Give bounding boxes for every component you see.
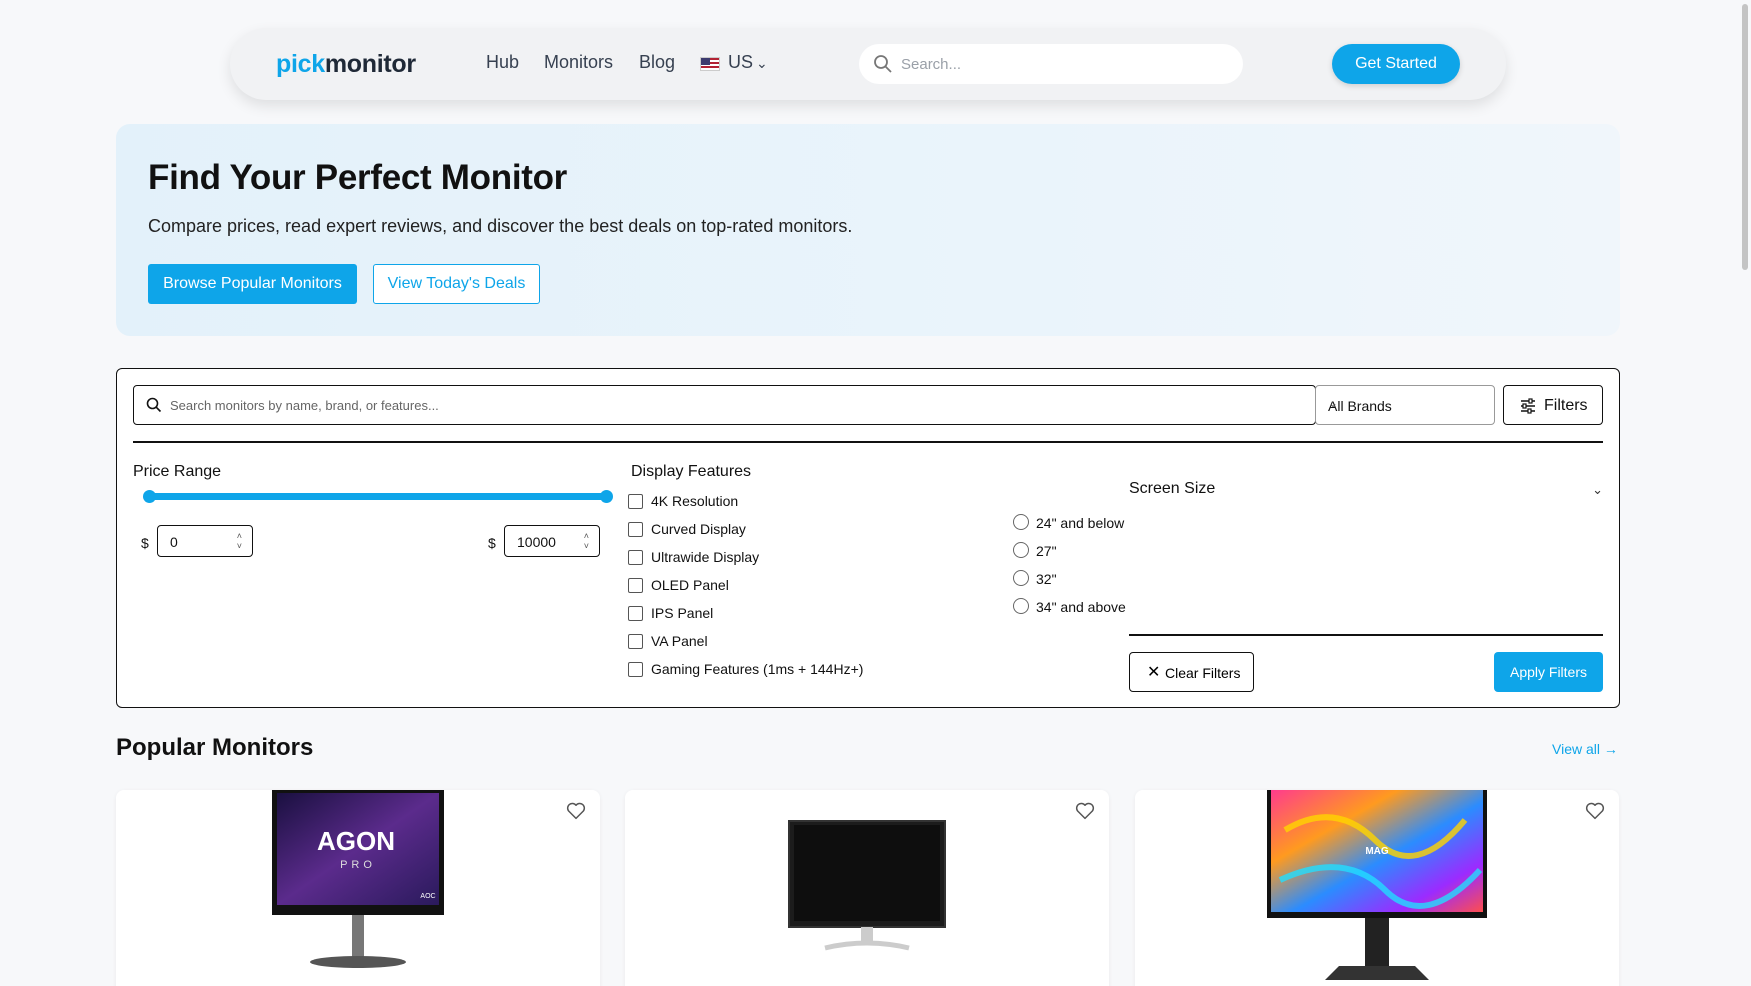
divider bbox=[1129, 634, 1603, 636]
search-icon bbox=[874, 55, 892, 73]
price-slider-min-handle[interactable] bbox=[143, 490, 156, 503]
hero-title: Find Your Perfect Monitor bbox=[148, 158, 567, 197]
screen-size-radio[interactable] bbox=[1013, 570, 1029, 586]
page-scrollbar[interactable] bbox=[1742, 4, 1748, 270]
feature-checkbox-label[interactable]: OLED Panel bbox=[651, 577, 729, 593]
monitor-screen-text: MAG bbox=[1365, 846, 1389, 857]
heart-icon[interactable] bbox=[1585, 802, 1605, 820]
feature-checkbox-label[interactable]: 4K Resolution bbox=[651, 493, 738, 509]
clear-filters-label: Clear Filters bbox=[1165, 665, 1241, 681]
region-selector[interactable]: US bbox=[728, 52, 753, 73]
nav-search-input[interactable] bbox=[901, 52, 1221, 76]
display-features-title: Display Features bbox=[631, 463, 752, 480]
screen-size-radio[interactable] bbox=[1013, 514, 1029, 530]
popular-monitors-title: Popular Monitors bbox=[116, 734, 314, 761]
brand-select[interactable]: All Brands ⌄ bbox=[1315, 385, 1495, 425]
nav-link-monitors[interactable]: Monitors bbox=[544, 52, 613, 73]
price-slider-track[interactable] bbox=[149, 493, 606, 500]
view-deals-button[interactable]: View Today's Deals bbox=[373, 264, 540, 304]
price-max-input[interactable]: 10000 ˄ ˅ bbox=[504, 525, 600, 557]
filter-panel: All Brands ⌄ Filters Price Range $ 0 ˄˅ … bbox=[116, 368, 1620, 708]
logo[interactable]: pickmonitor bbox=[276, 50, 416, 79]
chevron-down-icon: ⌄ bbox=[1328, 396, 1339, 410]
browse-popular-button[interactable]: Browse Popular Monitors bbox=[148, 264, 357, 304]
price-range-title: Price Range bbox=[133, 463, 222, 480]
logo-part-pick: pick bbox=[276, 50, 325, 78]
chevron-down-icon: ⌄ bbox=[1592, 482, 1603, 497]
divider bbox=[133, 441, 1603, 443]
heart-icon[interactable] bbox=[1075, 802, 1095, 820]
feature-checkbox-label[interactable]: VA Panel bbox=[651, 633, 708, 649]
screen-size-label[interactable]: 34" and above bbox=[1036, 599, 1126, 615]
screen-size-radio[interactable] bbox=[1013, 598, 1029, 614]
price-min-input[interactable]: 0 ˄ ˅ bbox=[157, 525, 253, 557]
screen-size-header[interactable]: Screen Size ⌄ bbox=[1129, 480, 1603, 504]
product-card[interactable]: AGON PRO AOC bbox=[116, 790, 600, 986]
heart-icon[interactable] bbox=[566, 802, 586, 820]
feature-checkbox-label[interactable]: IPS Panel bbox=[651, 605, 713, 621]
stepper-arrows-icon[interactable]: ˄ ˅ bbox=[584, 531, 589, 551]
feature-checkbox-label[interactable]: Curved Display bbox=[651, 521, 746, 537]
price-max-value: 10000 bbox=[517, 534, 556, 550]
price-slider-max-handle[interactable] bbox=[600, 490, 613, 503]
screen-size-title: Screen Size bbox=[1129, 480, 1216, 497]
screen-size-label[interactable]: 27" bbox=[1036, 543, 1057, 559]
feature-checkbox-label[interactable]: Ultrawide Display bbox=[651, 549, 759, 565]
feature-checkbox[interactable] bbox=[628, 494, 643, 509]
search-icon bbox=[146, 397, 162, 413]
feature-checkbox[interactable] bbox=[628, 550, 643, 565]
stepper-arrows-icon[interactable]: ˄ ˅ bbox=[237, 531, 242, 551]
monitor-search-input[interactable] bbox=[170, 394, 1300, 416]
logo-part-monitor: monitor bbox=[324, 50, 416, 78]
feature-checkbox[interactable] bbox=[628, 606, 643, 621]
feature-checkbox-label[interactable]: Gaming Features (1ms + 144Hz+) bbox=[651, 661, 863, 677]
monitor-image-lg bbox=[788, 820, 946, 951]
clear-filters-button[interactable]: ✕ Clear Filters bbox=[1129, 652, 1254, 692]
product-card[interactable] bbox=[625, 790, 1109, 986]
nav-link-blog[interactable]: Blog bbox=[639, 52, 675, 73]
nav-link-hub[interactable]: Hub bbox=[486, 52, 519, 73]
close-icon: ✕ bbox=[1147, 664, 1161, 681]
monitor-search bbox=[133, 385, 1316, 425]
view-all-link[interactable]: View all → bbox=[1552, 741, 1618, 757]
screen-size-radio[interactable] bbox=[1013, 542, 1029, 558]
screen-size-label[interactable]: 24" and below bbox=[1036, 515, 1124, 531]
nav-search bbox=[859, 44, 1243, 84]
arrow-right-icon: → bbox=[1603, 741, 1618, 757]
get-started-button[interactable]: Get Started bbox=[1332, 44, 1460, 84]
currency-symbol: $ bbox=[488, 535, 496, 551]
feature-checkbox[interactable] bbox=[628, 634, 643, 649]
top-navbar: pickmonitor Hub Monitors Blog US ⌄ Get S… bbox=[230, 28, 1506, 100]
screen-size-label[interactable]: 32" bbox=[1036, 571, 1057, 587]
monitor-image-agon: AGON PRO AOC bbox=[272, 790, 444, 968]
monitor-screen-subtext: PRO bbox=[340, 859, 376, 871]
hero-banner: Find Your Perfect Monitor Compare prices… bbox=[116, 124, 1620, 336]
feature-checkbox[interactable] bbox=[628, 522, 643, 537]
product-card[interactable]: MAG bbox=[1135, 790, 1619, 986]
apply-filters-button[interactable]: Apply Filters bbox=[1494, 652, 1603, 692]
filters-button[interactable]: Filters bbox=[1503, 385, 1603, 425]
monitor-image-msi: MAG bbox=[1267, 790, 1487, 980]
hero-subtitle: Compare prices, read expert reviews, and… bbox=[148, 216, 853, 236]
monitor-brand-text: AOC bbox=[420, 893, 435, 900]
feature-checkbox[interactable] bbox=[628, 662, 643, 677]
sliders-icon bbox=[1521, 398, 1535, 414]
view-all-label: View all bbox=[1552, 741, 1600, 757]
us-flag-icon[interactable] bbox=[700, 57, 720, 71]
monitor-screen-text: AGON bbox=[317, 826, 395, 856]
price-min-value: 0 bbox=[170, 534, 178, 550]
currency-symbol: $ bbox=[141, 535, 149, 551]
feature-checkbox[interactable] bbox=[628, 578, 643, 593]
filters-button-label: Filters bbox=[1544, 397, 1588, 414]
chevron-down-icon[interactable]: ⌄ bbox=[756, 55, 768, 72]
